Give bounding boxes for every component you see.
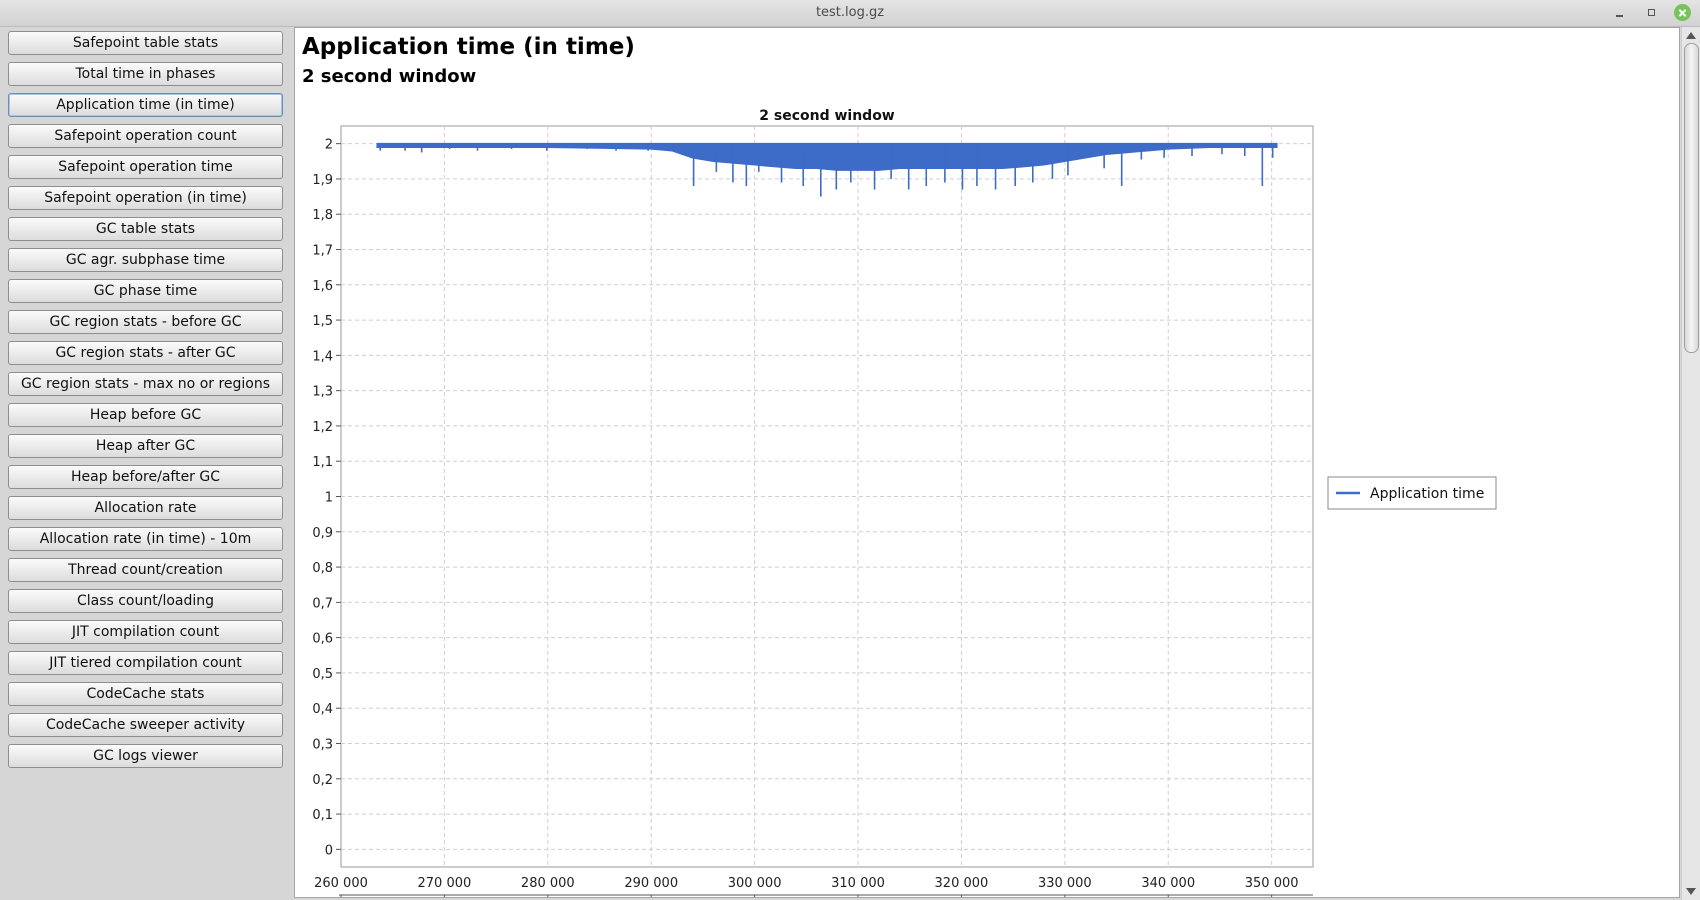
x-tick-label: 260 000: [314, 876, 368, 891]
y-tick-label: 1,8: [312, 208, 333, 223]
y-tick-label: 1,6: [312, 279, 333, 294]
sidebar-button[interactable]: GC region stats - after GC: [8, 341, 283, 365]
x-tick-label: 340 000: [1141, 876, 1195, 891]
y-tick-label: 0,1: [312, 808, 333, 823]
y-tick-label: 1,7: [312, 244, 333, 259]
scroll-up-icon[interactable]: [1686, 32, 1696, 39]
sidebar-button[interactable]: CodeCache stats: [8, 682, 283, 706]
x-tick-label: 280 000: [521, 876, 575, 891]
x-tick-label: 350 000: [1245, 876, 1299, 891]
y-tick-label: 1,5: [312, 314, 333, 329]
sidebar-button[interactable]: Heap before/after GC: [8, 465, 283, 489]
y-tick-label: 0,7: [312, 596, 333, 611]
y-tick-label: 0,3: [312, 738, 333, 753]
sidebar-button[interactable]: GC phase time: [8, 279, 283, 303]
sidebar-button[interactable]: Safepoint operation (in time): [8, 186, 283, 210]
x-tick-label: 310 000: [831, 876, 885, 891]
y-tick-label: 1,2: [312, 420, 333, 435]
y-tick-label: 1,3: [312, 385, 333, 400]
sidebar-button[interactable]: GC table stats: [8, 217, 283, 241]
sidebar-button[interactable]: GC region stats - max no or regions: [8, 372, 283, 396]
sidebar-button[interactable]: JIT tiered compilation count: [8, 651, 283, 675]
sidebar-button[interactable]: Safepoint operation count: [8, 124, 283, 148]
sidebar-button[interactable]: GC region stats - before GC: [8, 310, 283, 334]
x-tick-label: 270 000: [418, 876, 472, 891]
sidebar-button[interactable]: Heap before GC: [8, 403, 283, 427]
x-tick-label: 330 000: [1038, 876, 1092, 891]
y-tick-label: 0,8: [312, 561, 333, 576]
sidebar-button[interactable]: Allocation rate (in time) - 10m: [8, 527, 283, 551]
sidebar-button[interactable]: Total time in phases: [8, 62, 283, 86]
y-tick-label: 0,2: [312, 773, 333, 788]
y-tick-label: 1,9: [312, 173, 333, 188]
sidebar-button[interactable]: JIT compilation count: [8, 620, 283, 644]
maximize-icon[interactable]: [1643, 4, 1661, 22]
sidebar-button[interactable]: GC logs viewer: [8, 744, 283, 768]
sidebar-button[interactable]: Safepoint table stats: [8, 31, 283, 55]
x-tick-label: 300 000: [728, 876, 782, 891]
x-tick-label: 290 000: [624, 876, 678, 891]
close-icon[interactable]: [1674, 4, 1691, 21]
sidebar-button[interactable]: Allocation rate: [8, 496, 283, 520]
minimize-icon[interactable]: [1611, 4, 1629, 22]
chart-panel: Application time (in time) 2 second wind…: [294, 27, 1680, 898]
sidebar: Safepoint table stats Total time in phase…: [0, 27, 290, 900]
y-tick-label: 2: [325, 138, 333, 153]
y-tick-label: 0: [325, 843, 333, 858]
sidebar-button[interactable]: CodeCache sweeper activity: [8, 713, 283, 737]
sidebar-button[interactable]: Safepoint operation time: [8, 155, 283, 179]
y-tick-label: 0,9: [312, 526, 333, 541]
scroll-down-icon[interactable]: [1686, 888, 1696, 895]
chart-title: 2 second window: [759, 108, 895, 124]
x-tick-label: 320 000: [935, 876, 989, 891]
scrollbar-thumb[interactable]: [1684, 43, 1699, 353]
legend-label: Application time: [1370, 486, 1484, 502]
y-tick-label: 0,4: [312, 702, 333, 717]
title-bar: test.log.gz: [0, 0, 1700, 27]
window-title: test.log.gz: [815, 5, 885, 20]
sidebar-button[interactable]: Thread count/creation: [8, 558, 283, 582]
y-tick-label: 1: [325, 491, 333, 506]
y-tick-label: 0,5: [312, 667, 333, 682]
y-tick-label: 0,6: [312, 632, 333, 647]
sidebar-button[interactable]: GC agr. subphase time: [8, 248, 283, 272]
chart: 2 second window 0 0,1 0,2 0,3 0,4 0,5 0,6 0,7 0,8…: [312, 108, 1497, 897]
sidebar-button[interactable]: Heap after GC: [8, 434, 283, 458]
sidebar-button[interactable]: Class count/loading: [8, 589, 283, 613]
y-tick-label: 1,1: [312, 455, 333, 470]
y-tick-label: 1,4: [312, 349, 333, 364]
sidebar-button[interactable]: Application time (in time): [8, 93, 283, 117]
vertical-scrollbar[interactable]: [1681, 27, 1700, 900]
